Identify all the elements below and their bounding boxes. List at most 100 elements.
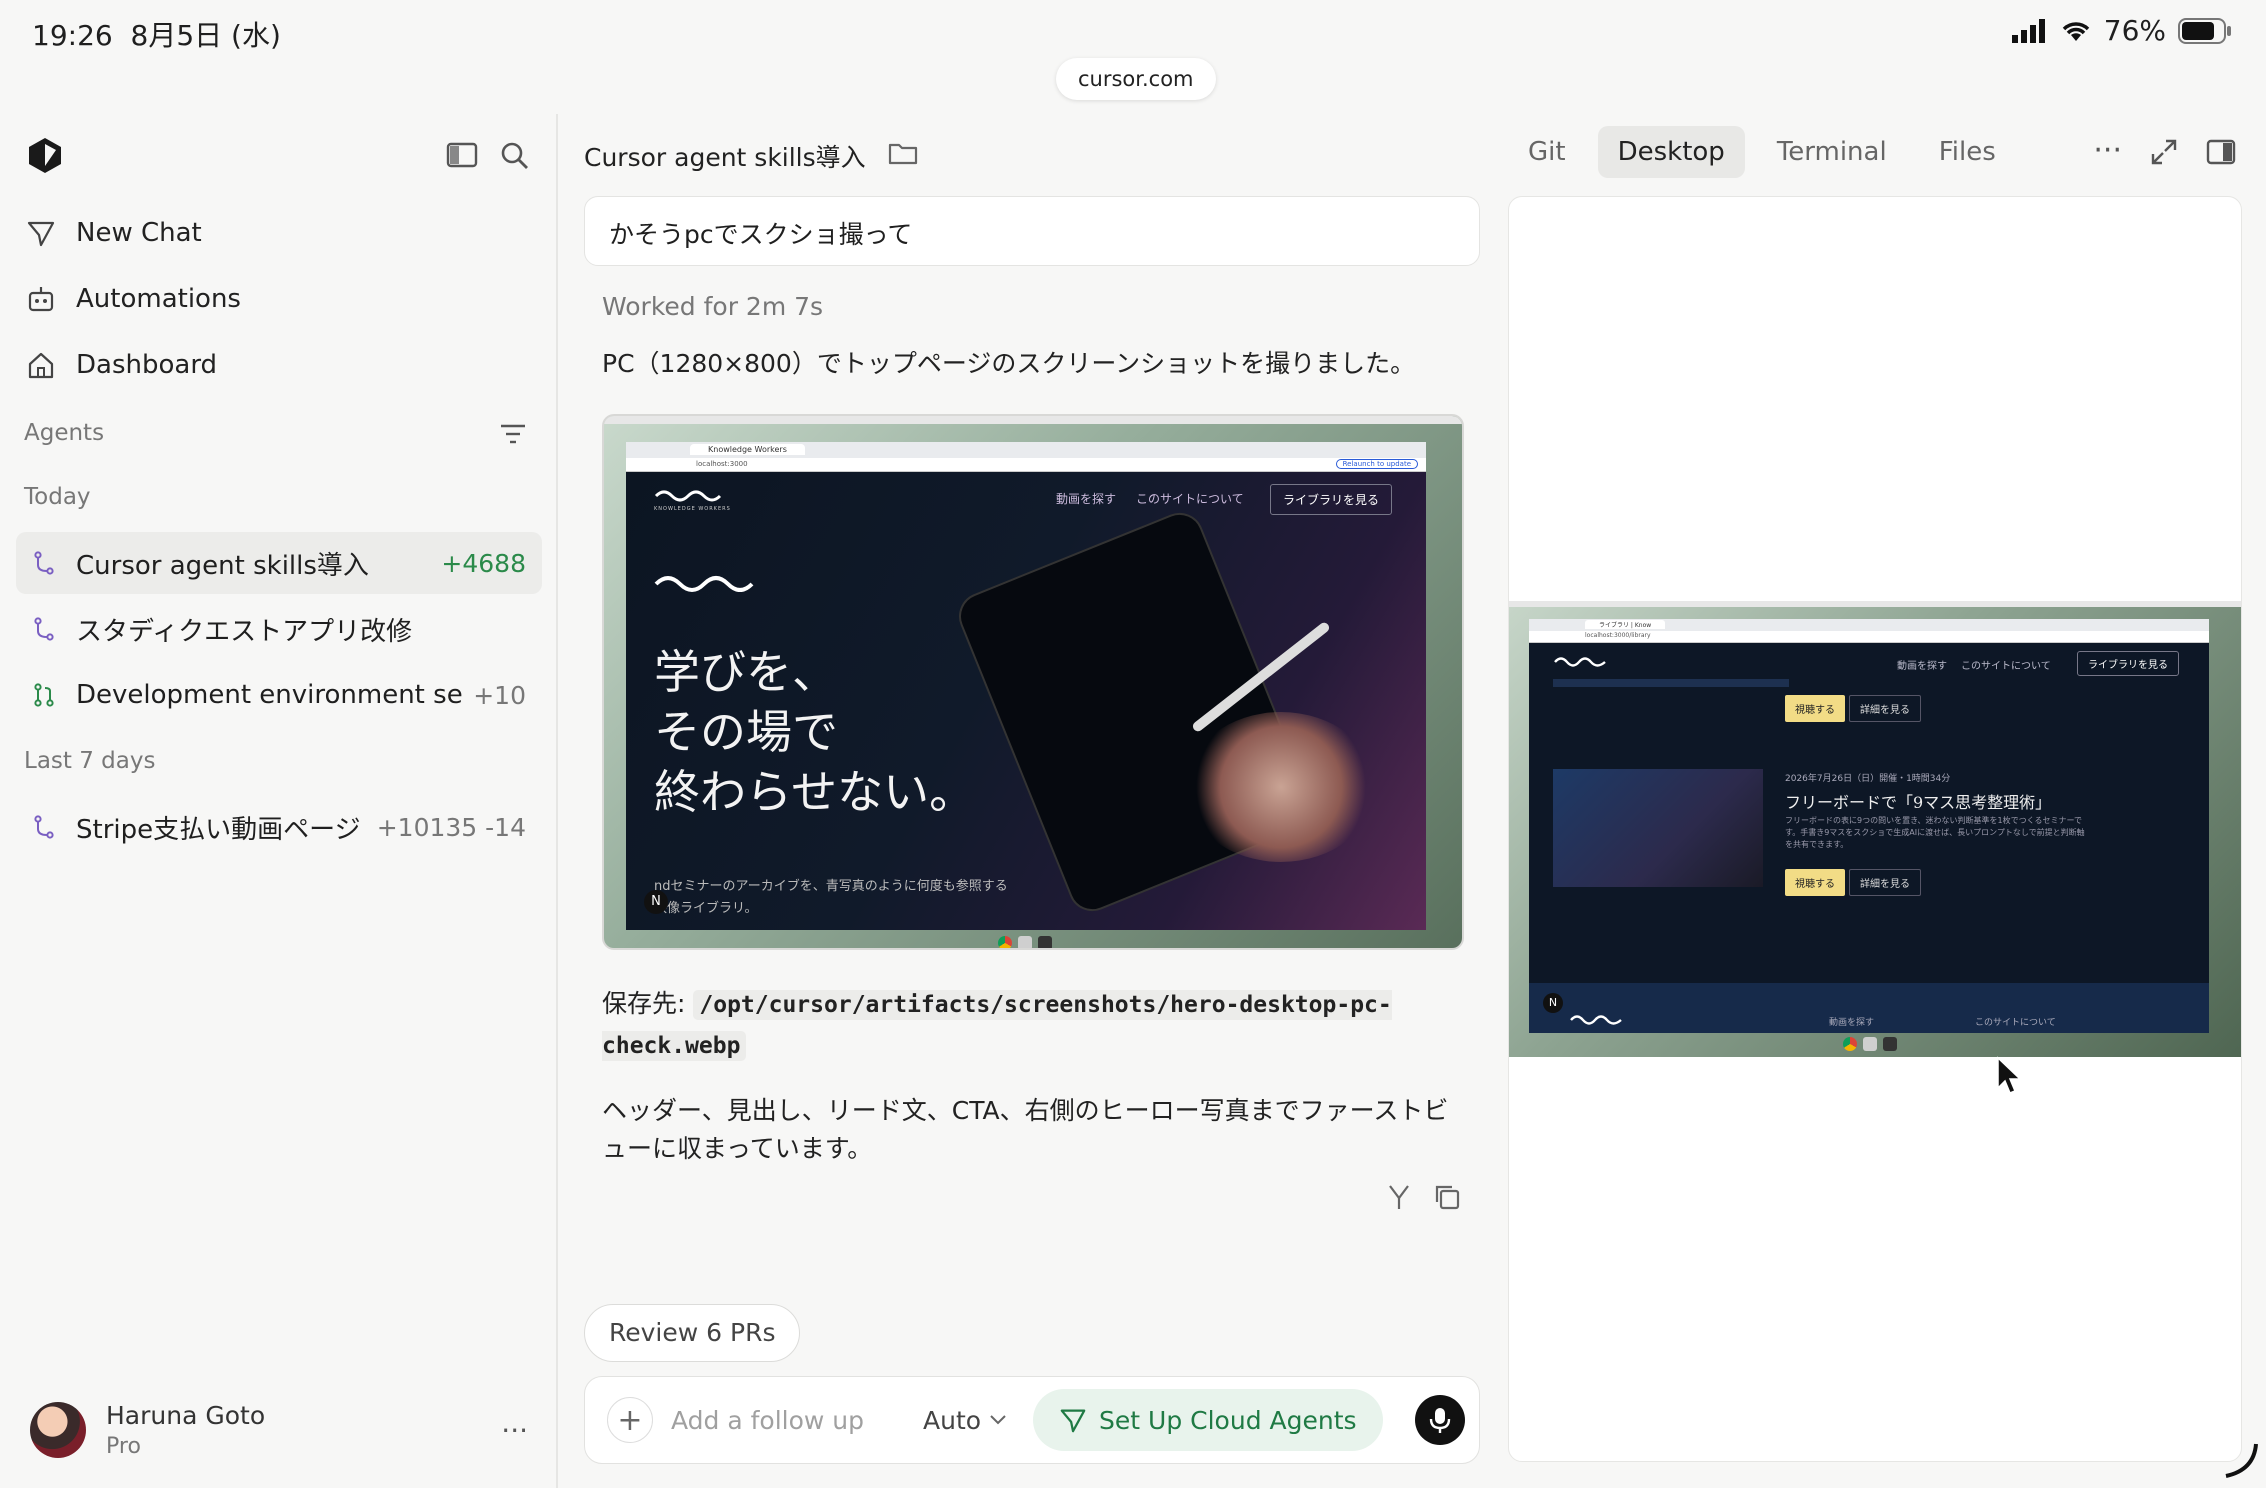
browser-tabbar: Knowledge Workers: [626, 442, 1426, 458]
agent-item[interactable]: スタディクエストアプリ改修: [16, 598, 542, 660]
branch-icon: [34, 815, 54, 839]
battery-icon: [2178, 17, 2231, 44]
video-description: フリーボードの表に9つの問いを置き、迷わない判断基準を1枚でつくるセミナーで す…: [1785, 815, 2085, 851]
footer-nav-item: このサイトについて: [1975, 1018, 2056, 1028]
more-options-icon[interactable]: ···: [501, 1414, 528, 1447]
agent-item[interactable]: Development environment setup +10: [16, 664, 542, 726]
browser-tab: Knowledge Workers: [690, 444, 805, 455]
browser-window: ライブラリ | Know localhost:3000/library 動画を探…: [1529, 619, 2209, 1033]
lead-line: ndセミナーのアーカイブを、青写真のように何度も参照する: [654, 879, 1008, 894]
agent-diff-stat: +10135 -14: [376, 812, 526, 842]
user-profile[interactable]: Haruna Goto Pro ···: [30, 1398, 528, 1462]
site-nav-item: 動画を探す: [1897, 661, 1947, 672]
screenshot-hero-desktop[interactable]: Knowledge Workers localhost:3000 Relaunc…: [602, 414, 1464, 950]
site-logo-icon: [654, 490, 722, 502]
copy-icon[interactable]: [1432, 1182, 1462, 1212]
nav-label: Dashboard: [76, 350, 218, 380]
status-bar: 19:26 8月5日 (水) 76%: [0, 0, 2266, 64]
robot-icon: [28, 287, 54, 312]
nav-automations[interactable]: Automations: [26, 274, 241, 324]
tab-terminal[interactable]: Terminal: [1757, 126, 1907, 178]
sidebar-toggle-icon[interactable]: [446, 140, 480, 170]
tab-files[interactable]: Files: [1919, 126, 2016, 178]
fork-icon[interactable]: [1384, 1182, 1414, 1212]
microphone-button[interactable]: [1415, 1395, 1465, 1445]
chevron-down-icon: [990, 1415, 1006, 1425]
nav-new-chat[interactable]: New Chat: [26, 208, 202, 258]
relaunch-button: Relaunch to update: [1335, 459, 1418, 469]
nav-dashboard[interactable]: Dashboard: [26, 340, 217, 390]
desc-line: を共有できます。: [1785, 840, 1849, 849]
user-plan: Pro: [106, 1434, 141, 1459]
site-nav-item: このサイトについて: [1136, 492, 1244, 506]
url-pill[interactable]: cursor.com: [1056, 58, 1216, 100]
agent-item[interactable]: Stripe支払い動画ページ +10135 -14: [16, 796, 542, 858]
filter-icon[interactable]: [498, 420, 528, 448]
panel-toggle-icon[interactable]: [2206, 138, 2236, 166]
panel-toolbar: ···: [2093, 136, 2236, 166]
files-icon: [1018, 936, 1032, 948]
video-date: 2026年7月26日（日）開催・1時間34分: [1785, 774, 1951, 784]
address-url: localhost:3000/library: [1585, 632, 1651, 639]
setup-cloud-agents-button[interactable]: Set Up Cloud Agents: [1033, 1389, 1383, 1451]
cursor-logo-icon[interactable]: [26, 136, 64, 174]
home-icon: [28, 352, 54, 379]
browser-addressbar: localhost:3000 Relaunch to update: [626, 458, 1426, 472]
status-indicators: 76%: [2011, 14, 2232, 47]
search-icon[interactable]: [498, 140, 532, 170]
hero-headline: 学びを、 その場で 終わらせない。: [654, 642, 975, 822]
browser-tabbar: ライブラリ | Know: [1529, 619, 2209, 631]
worked-duration[interactable]: Worked for 2m 7s: [602, 292, 823, 321]
panel-tabs: Git Desktop Terminal Files: [1508, 126, 2016, 178]
headline-line: その場で: [654, 705, 838, 759]
address-url: localhost:3000: [696, 460, 748, 468]
desc-line: フリーボードの表に9つの問いを置き、迷わない判断基準を1枚でつくるセミナーで: [1785, 816, 2082, 825]
branch-icon: [34, 551, 54, 575]
user-prompt-bubble: かそうpcでスクショ撮って: [584, 196, 1480, 266]
footer-nav-item: 動画を探す: [1829, 1018, 1875, 1028]
folder-icon[interactable]: [888, 140, 918, 166]
watch-button: 視聴する: [1785, 869, 1845, 896]
add-attachment-button[interactable]: +: [607, 1397, 653, 1443]
detail-button: 詳細を見る: [1849, 869, 1921, 896]
composer: + Add a follow up Auto Set Up Cloud Agen…: [584, 1376, 1480, 1464]
expand-icon[interactable]: [2150, 138, 2178, 166]
agents-label: Agents: [24, 420, 105, 446]
tab-desktop[interactable]: Desktop: [1597, 126, 1745, 178]
assistant-message: PC（1280×800）でトップページのスクリーンショットを撮りました。: [602, 349, 1416, 378]
agent-item[interactable]: Cursor agent skills導入 +4688: [16, 532, 542, 594]
video-title: フリーボードで「9マス思考整理術」: [1785, 793, 2052, 812]
agent-title: Stripe支払い動画ページ: [76, 814, 361, 845]
saved-path-code[interactable]: /opt/cursor/artifacts/screenshots/hero-d…: [602, 990, 1392, 1061]
terminal-icon: [1883, 1037, 1897, 1051]
resize-handle-icon[interactable]: [2220, 1440, 2260, 1480]
followup-input[interactable]: Add a follow up: [671, 1406, 901, 1435]
desktop-panel: ライブラリ | Know localhost:3000/library 動画を探…: [1508, 196, 2242, 1462]
video-thumbnail: [1553, 769, 1763, 887]
hero-lead: ndセミナーのアーカイブを、青写真のように何度も参照する 映像ライブラリ。: [654, 876, 1008, 920]
nav-label: Automations: [76, 284, 241, 314]
avatar: [30, 1402, 86, 1458]
clock: 19:26: [32, 19, 113, 52]
tab-git[interactable]: Git: [1508, 126, 1586, 178]
model-selector[interactable]: Auto: [923, 1406, 1007, 1435]
dock: [998, 936, 1052, 948]
hero-hand-image: [1186, 712, 1376, 862]
site-nav-item: 動画を探す: [1056, 492, 1117, 506]
hero-wave-icon: [654, 576, 754, 592]
terminal-icon: [1038, 936, 1052, 948]
watch-button: 視聴する: [1785, 695, 1845, 722]
user-info: Haruna Goto Pro: [106, 1401, 265, 1459]
agent-diff-stat: +10: [473, 680, 526, 710]
review-prs-button[interactable]: Review 6 PRs: [584, 1304, 801, 1362]
date: 8月5日 (水): [130, 19, 281, 52]
site-cta: ライブラリを見る: [2077, 651, 2179, 676]
more-icon[interactable]: ···: [2093, 136, 2122, 166]
headline-line: 学びを、: [654, 645, 838, 699]
site-footer: N 動画を探す このサイトについて: [1529, 983, 2209, 1033]
send-icon: [1060, 1409, 1086, 1433]
model-label: Auto: [923, 1405, 982, 1435]
files-icon: [1863, 1037, 1877, 1051]
desktop-live-view[interactable]: ライブラリ | Know localhost:3000/library 動画を探…: [1509, 601, 2241, 1057]
nextjs-badge-icon: N: [644, 890, 668, 914]
